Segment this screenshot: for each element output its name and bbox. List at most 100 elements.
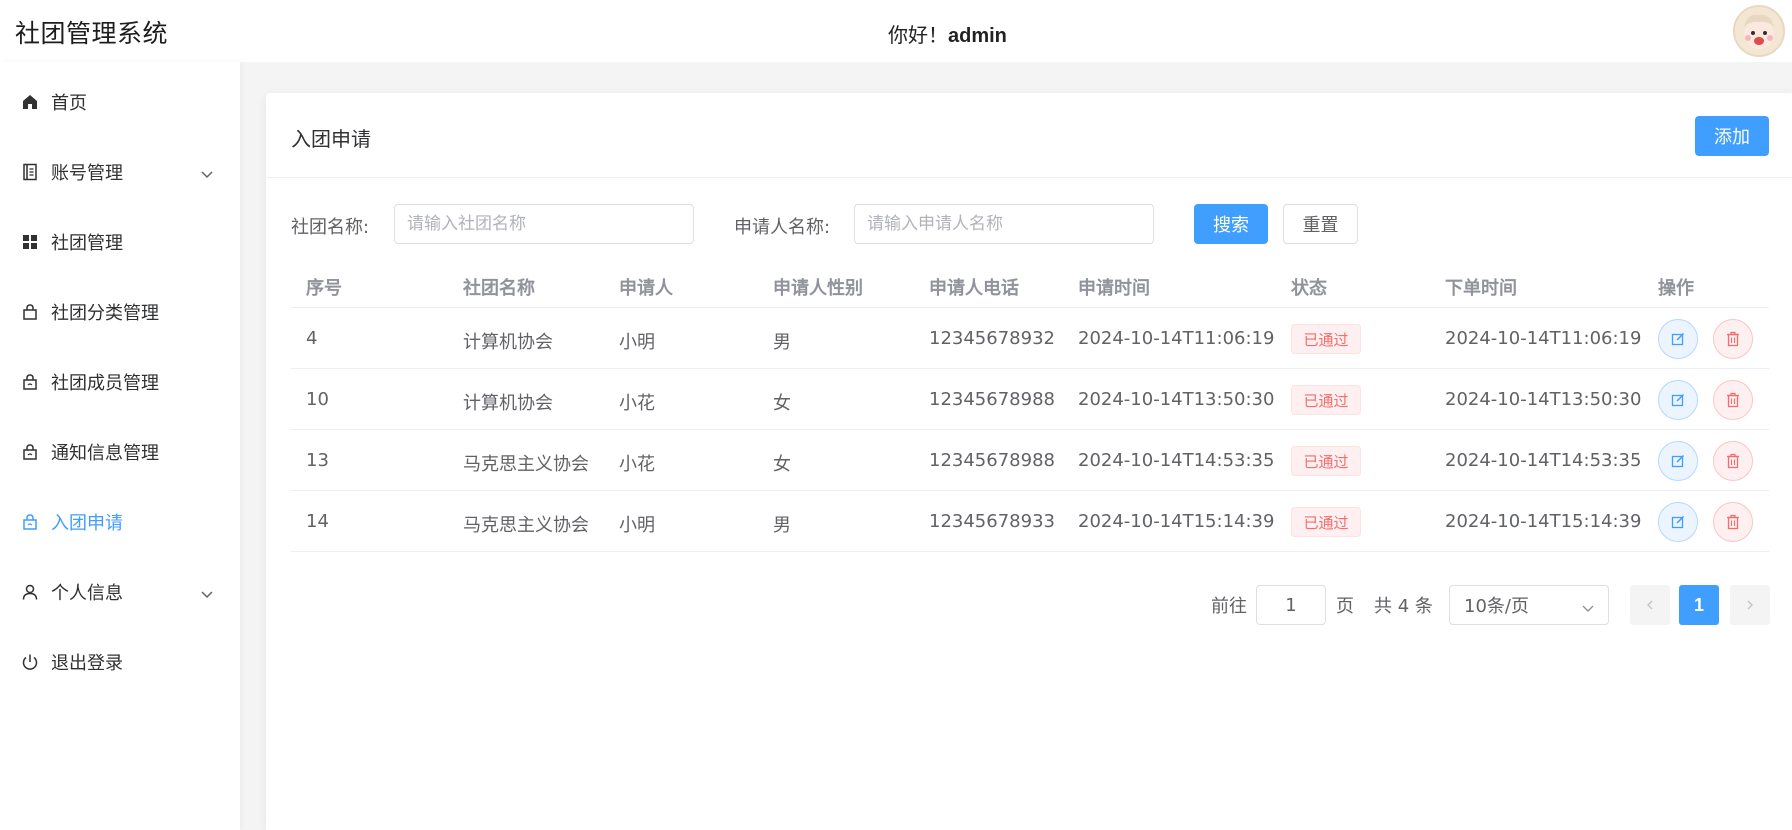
applicant-name-input[interactable]: [854, 204, 1154, 244]
cell-applicant: 小明: [619, 515, 655, 536]
cell-phone: 12345678988: [929, 389, 1055, 410]
add-button[interactable]: 添加: [1695, 116, 1769, 156]
club-name-label: 社团名称:: [291, 217, 370, 238]
cell-apply-time: 2024-10-14T11:06:19: [1078, 328, 1275, 349]
sidebar-item-club-members[interactable]: 社团成员管理: [0, 352, 240, 412]
sidebar-item-notifications[interactable]: 通知信息管理: [0, 422, 240, 482]
edit-icon: [1671, 454, 1685, 468]
column-header: 申请人电话: [929, 278, 1019, 299]
cell-order-time: 2024-10-14T15:14:39: [1445, 511, 1642, 532]
delete-button[interactable]: [1713, 380, 1753, 420]
reset-button[interactable]: 重置: [1283, 204, 1358, 244]
delete-button[interactable]: [1713, 441, 1753, 481]
status-badge: 已通过: [1291, 507, 1361, 537]
cell-apply-time: 2024-10-14T15:14:39: [1078, 511, 1275, 532]
app-title: 社团管理系统: [15, 19, 169, 48]
cell-gender: 女: [773, 454, 791, 475]
bag-icon: [20, 302, 40, 322]
greeting: 你好！admin: [888, 19, 1007, 48]
cell-gender: 男: [773, 515, 791, 536]
status-badge: 已通过: [1291, 324, 1361, 354]
table-row: 13 马克思主义协会 小花 女 12345678988 2024-10-14T1…: [291, 430, 1769, 491]
cell-phone: 12345678988: [929, 450, 1055, 471]
edit-button[interactable]: [1658, 380, 1698, 420]
sidebar-item-label: 个人信息: [51, 583, 123, 604]
sidebar-item-home[interactable]: 首页: [0, 72, 240, 132]
edit-button[interactable]: [1658, 319, 1698, 359]
sidebar-item-join-applications[interactable]: 入团申请: [0, 492, 240, 552]
edit-button[interactable]: [1658, 441, 1698, 481]
pagination-goto-input[interactable]: [1256, 585, 1326, 625]
page-size-select[interactable]: 10条/页: [1449, 585, 1609, 625]
chevron-down-icon: [200, 585, 214, 599]
username: admin: [948, 25, 1007, 47]
sidebar-item-label: 社团管理: [51, 233, 123, 254]
bag-refresh-icon: [20, 442, 40, 462]
chevron-down-icon: [200, 165, 214, 179]
table-row: 14 马克思主义协会 小明 男 12345678933 2024-10-14T1…: [291, 491, 1769, 552]
sidebar-item-label: 首页: [51, 93, 87, 114]
cell-club: 马克思主义协会: [463, 454, 589, 475]
table-row: 10 计算机协会 小花 女 12345678988 2024-10-14T13:…: [291, 369, 1769, 430]
page-number-button[interactable]: 1: [1679, 585, 1719, 625]
applicant-name-label: 申请人名称:: [734, 217, 831, 238]
table-header: 序号 社团名称 申请人 申请人性别 申请人电话 申请时间 状态 下单时间 操作: [291, 261, 1769, 308]
column-header: 申请人性别: [773, 278, 863, 299]
cell-phone: 12345678933: [929, 511, 1055, 532]
bag-refresh-icon: [20, 372, 40, 392]
power-icon: [20, 652, 40, 672]
trash-icon: [1727, 453, 1739, 469]
trash-icon: [1727, 392, 1739, 408]
page-size-value: 10条/页: [1464, 596, 1529, 617]
sidebar-item-profile[interactable]: 个人信息: [0, 562, 240, 622]
sidebar-item-label: 社团分类管理: [51, 303, 159, 324]
column-header: 申请时间: [1078, 278, 1150, 299]
pagination-goto-prefix: 前往: [1211, 596, 1247, 617]
club-name-input[interactable]: [394, 204, 694, 244]
delete-button[interactable]: [1713, 502, 1753, 542]
sidebar-item-club-categories[interactable]: 社团分类管理: [0, 282, 240, 342]
column-header: 序号: [306, 278, 342, 299]
edit-button[interactable]: [1658, 502, 1698, 542]
home-icon: [20, 92, 40, 112]
avatar[interactable]: [1733, 5, 1785, 57]
delete-button[interactable]: [1713, 319, 1753, 359]
sidebar-item-accounts[interactable]: 账号管理: [0, 142, 240, 202]
chevron-right-icon: [1747, 600, 1753, 610]
cell-club: 马克思主义协会: [463, 515, 589, 536]
search-button[interactable]: 搜索: [1194, 204, 1268, 244]
cell-club: 计算机协会: [463, 393, 553, 414]
cell-applicant: 小花: [619, 454, 655, 475]
cell-apply-time: 2024-10-14T13:50:30: [1078, 389, 1275, 410]
card-header: 入团申请 添加: [266, 93, 1792, 178]
document-icon: [20, 162, 40, 182]
chevron-left-icon: [1647, 600, 1653, 610]
cell-apply-time: 2024-10-14T14:53:35: [1078, 450, 1275, 471]
trash-icon: [1727, 514, 1739, 530]
grid-icon: [20, 232, 40, 252]
edit-icon: [1671, 515, 1685, 529]
column-header: 社团名称: [463, 278, 535, 299]
cell-order-time: 2024-10-14T13:50:30: [1445, 389, 1642, 410]
cell-applicant: 小明: [619, 332, 655, 353]
prev-page-button[interactable]: [1630, 585, 1670, 625]
cell-club: 计算机协会: [463, 332, 553, 353]
column-header: 下单时间: [1445, 278, 1517, 299]
sidebar: 首页 账号管理 社团管理 社团分类管理 社团成员管理 通知信息管理 入团申请 个…: [0, 62, 240, 830]
cell-id: 4: [306, 328, 318, 349]
sidebar-item-clubs[interactable]: 社团管理: [0, 212, 240, 272]
sidebar-item-label: 通知信息管理: [51, 443, 159, 464]
main-card: 入团申请 添加 社团名称: 申请人名称: 搜索 重置 序号 社团名称 申请人 申…: [266, 93, 1792, 830]
column-header: 申请人: [619, 278, 673, 299]
cell-order-time: 2024-10-14T11:06:19: [1445, 328, 1642, 349]
bag-refresh-icon: [20, 512, 40, 532]
sidebar-item-logout[interactable]: 退出登录: [0, 632, 240, 692]
greeting-prefix: 你好！: [888, 23, 948, 47]
page-title: 入团申请: [291, 127, 371, 151]
cell-gender: 男: [773, 332, 791, 353]
cell-applicant: 小花: [619, 393, 655, 414]
cell-id: 10: [306, 389, 329, 410]
cell-id: 14: [306, 511, 329, 532]
pagination-goto-suffix: 页: [1336, 596, 1354, 617]
next-page-button[interactable]: [1730, 585, 1770, 625]
